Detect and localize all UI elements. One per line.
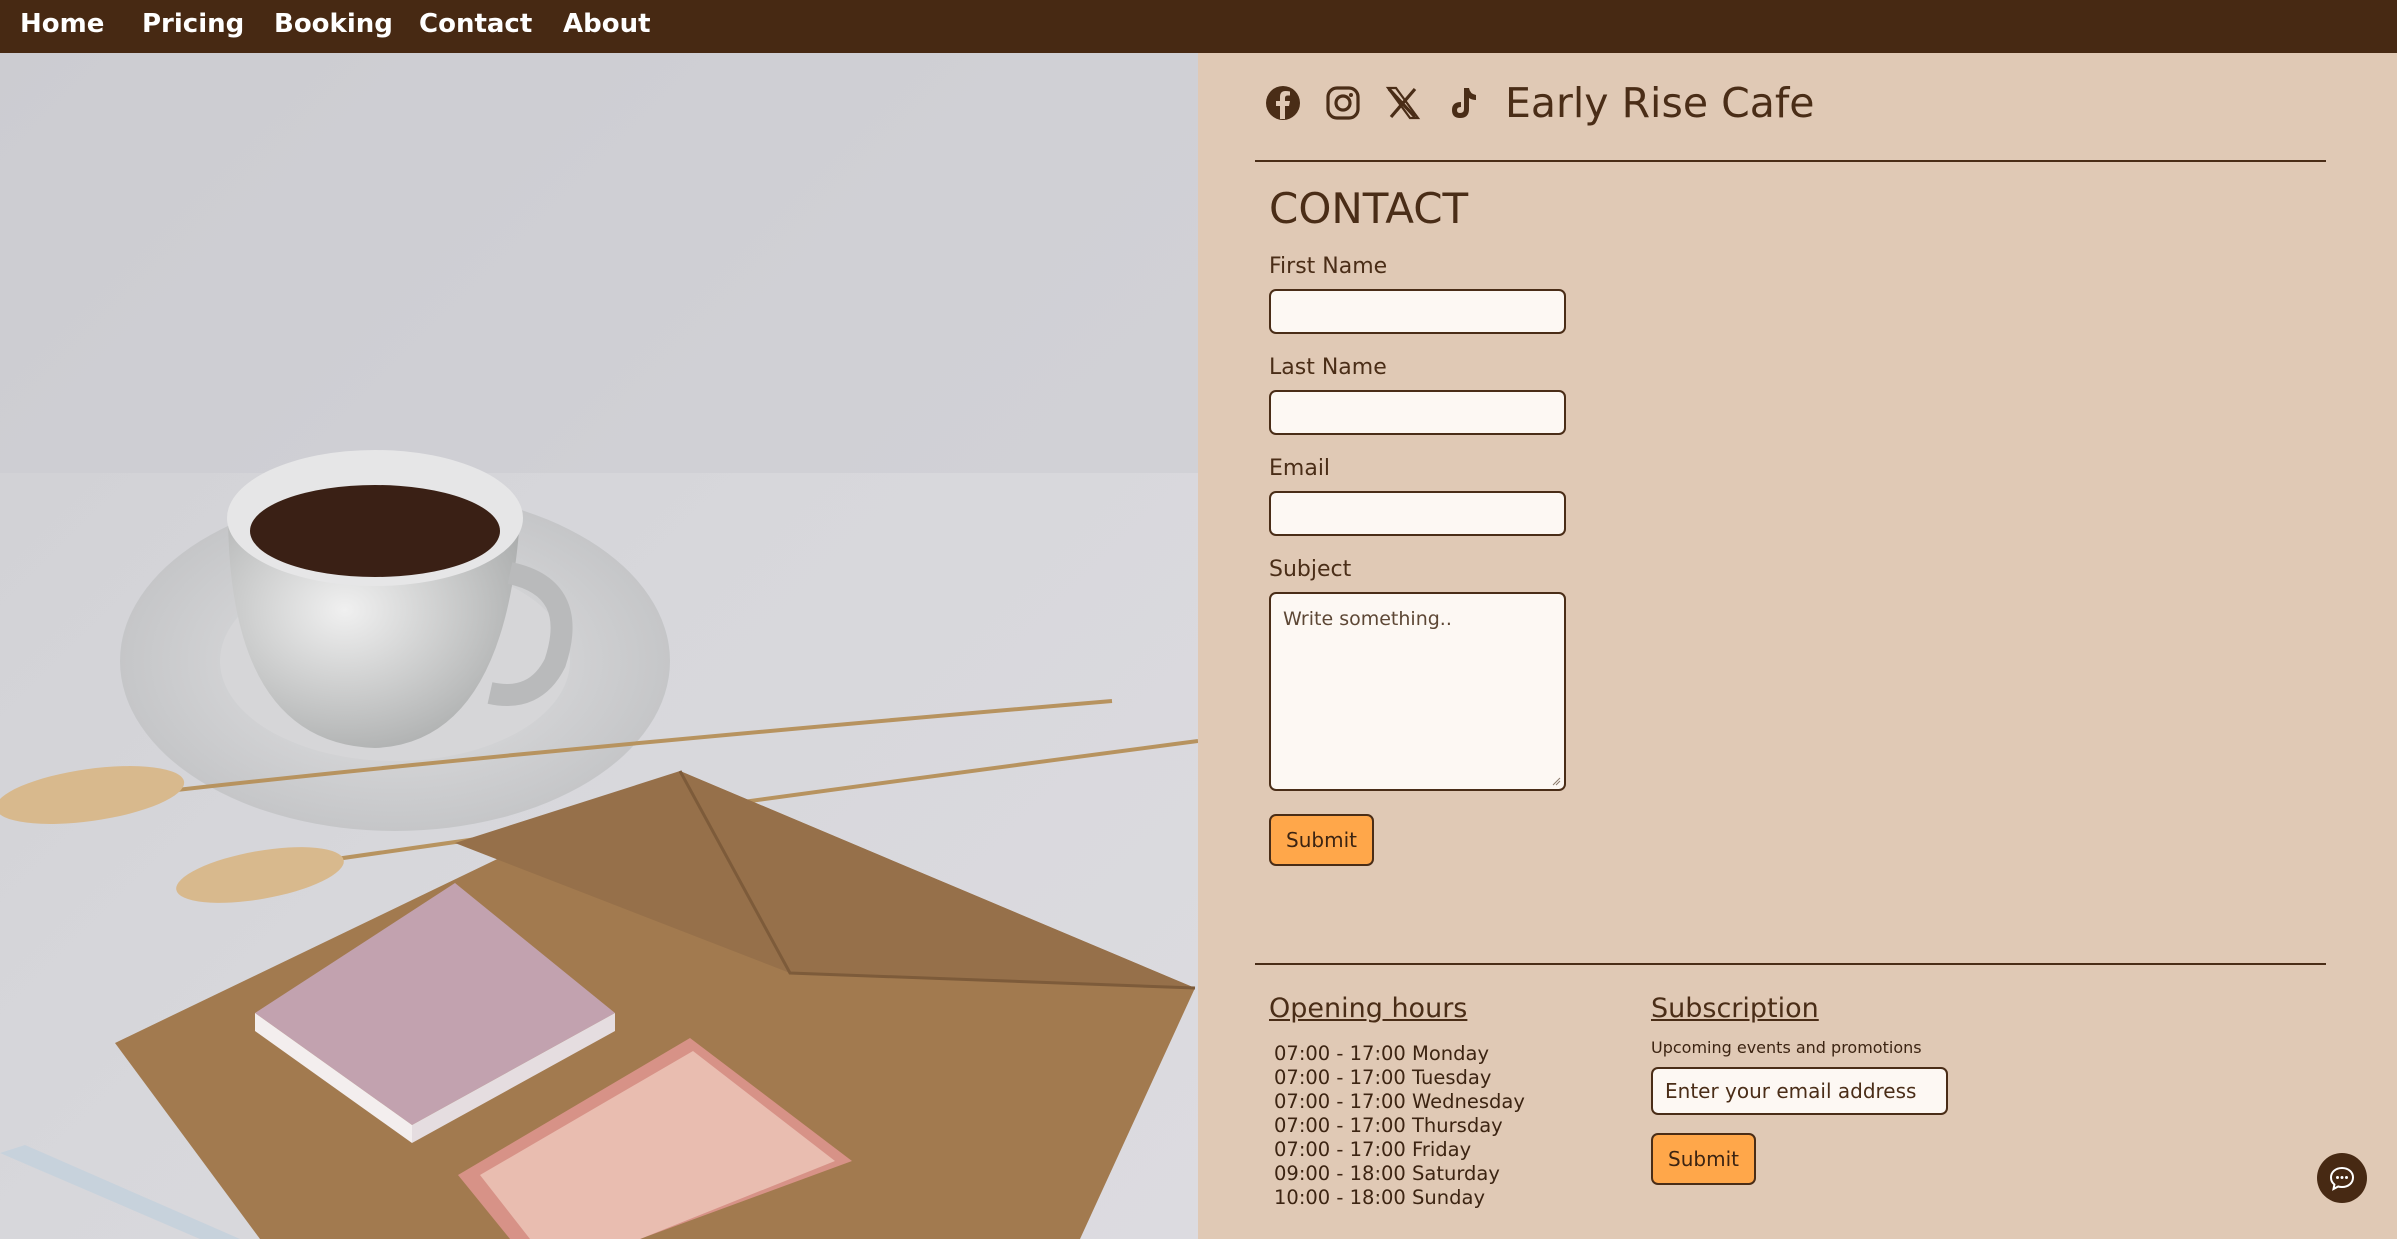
chat-button[interactable]	[2317, 1153, 2367, 1203]
subject-label: Subject	[1269, 557, 1352, 582]
hours-row: 07:00 - 17:00 Friday	[1274, 1138, 1472, 1161]
facebook-icon[interactable]	[1263, 83, 1303, 123]
hours-row: 07:00 - 17:00 Monday	[1274, 1042, 1490, 1065]
last-name-input[interactable]	[1269, 390, 1566, 435]
subscription-caption: Upcoming events and promotions	[1651, 1038, 1922, 1057]
opening-hours-title: Opening hours	[1269, 993, 1468, 1024]
first-name-label: First Name	[1269, 254, 1388, 279]
subscription-email-input[interactable]: Enter your email address	[1651, 1067, 1948, 1115]
hours-row: 07:00 - 17:00 Wednesday	[1274, 1090, 1525, 1113]
hours-row: 07:00 - 17:00 Thursday	[1274, 1114, 1503, 1137]
header-divider	[1255, 160, 2326, 162]
nav-pricing[interactable]: Pricing	[142, 8, 244, 40]
x-icon[interactable]	[1383, 83, 1423, 123]
instagram-icon[interactable]	[1323, 83, 1363, 123]
nav-about[interactable]: About	[563, 8, 651, 40]
resize-handle-icon[interactable]	[1551, 776, 1561, 786]
subject-textarea[interactable]: Write something..	[1269, 592, 1566, 791]
nav-home[interactable]: Home	[20, 8, 104, 40]
subscription-title: Subscription	[1651, 993, 1819, 1024]
brand-name: Early Rise Cafe	[1505, 79, 1815, 127]
tiktok-icon[interactable]	[1443, 83, 1483, 123]
nav-booking[interactable]: Booking	[274, 8, 393, 40]
first-name-input[interactable]	[1269, 289, 1566, 334]
content-panel: Early Rise Cafe CONTACT First Name Last …	[1198, 53, 2397, 1239]
hours-row: 09:00 - 18:00 Saturday	[1274, 1162, 1500, 1185]
footer-divider	[1255, 963, 2326, 965]
contact-title: CONTACT	[1269, 184, 1469, 233]
subject-placeholder: Write something..	[1283, 608, 1452, 630]
last-name-label: Last Name	[1269, 355, 1387, 380]
email-input[interactable]	[1269, 491, 1566, 536]
email-label: Email	[1269, 456, 1331, 481]
contact-submit-button[interactable]: Submit	[1269, 814, 1374, 866]
nav-contact[interactable]: Contact	[419, 8, 532, 40]
chat-bubble-icon	[2329, 1166, 2355, 1191]
hours-row: 07:00 - 17:00 Tuesday	[1274, 1066, 1492, 1089]
hero-photo	[0, 53, 1198, 1239]
opening-hours-list: 07:00 - 17:00 Monday 07:00 - 17:00 Tuesd…	[1274, 1042, 1525, 1210]
hours-row: 10:00 - 18:00 Sunday	[1274, 1186, 1485, 1209]
top-nav: Home Pricing Booking Contact About	[0, 0, 2397, 53]
subscription-submit-button[interactable]: Submit	[1651, 1133, 1756, 1185]
